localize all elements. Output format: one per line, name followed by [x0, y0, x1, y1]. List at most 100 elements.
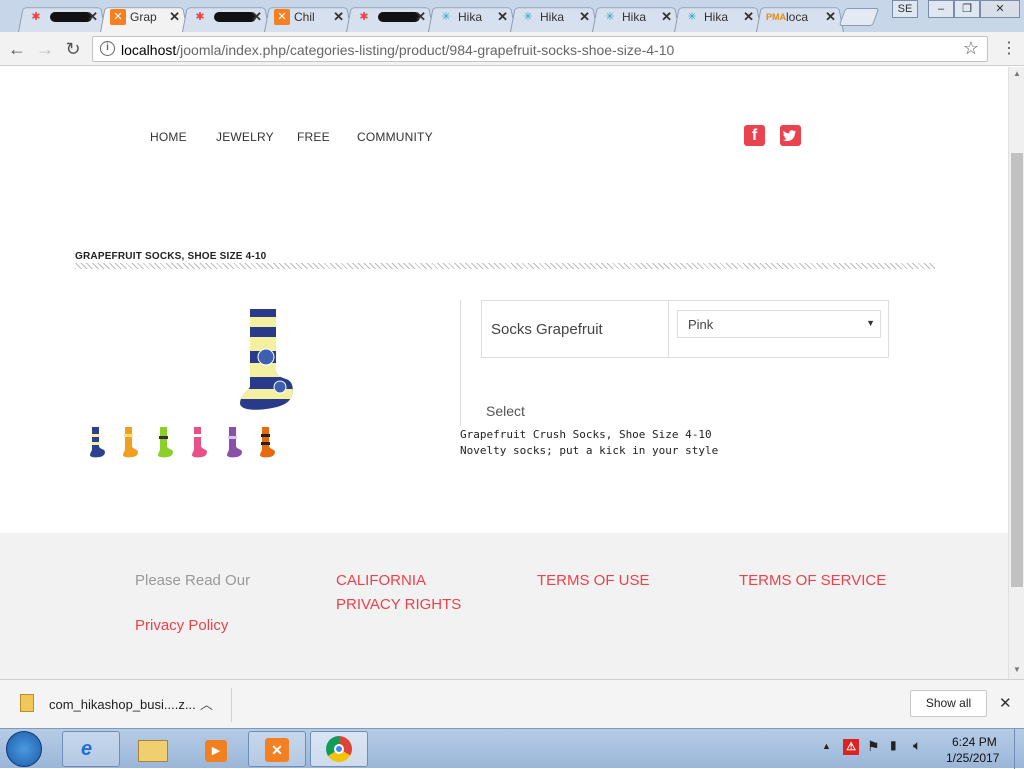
tab-title: Chil — [294, 10, 315, 24]
product-thumbnail[interactable] — [258, 426, 276, 463]
browser-tab[interactable]: ✱ ✕ — [346, 4, 434, 32]
browser-tab[interactable]: ✳ Hika ✕ — [510, 4, 598, 32]
xampp-icon: ✕ — [274, 9, 290, 25]
product-description-line1: Grapefruit Crush Socks, Shoe Size 4-10 — [460, 428, 712, 441]
browser-tab[interactable]: ✱ ✕ — [18, 4, 106, 32]
browser-tab[interactable]: ✳ Hika ✕ — [592, 4, 680, 32]
chevron-up-icon[interactable]: ︿ — [200, 694, 213, 713]
start-button[interactable] — [6, 731, 42, 767]
close-window-button[interactable]: ✕ — [980, 0, 1020, 18]
tab-title: Grap — [130, 10, 157, 24]
nav-home[interactable]: HOME — [150, 130, 187, 144]
close-tab-icon[interactable]: ✕ — [333, 9, 344, 25]
explorer-taskbar-icon[interactable] — [124, 731, 182, 767]
browser-tab[interactable]: ✕ Chil ✕ — [264, 4, 352, 32]
download-file-name[interactable]: com_hikashop_busi....z... — [49, 697, 196, 712]
select-label: Select — [486, 403, 525, 419]
product-thumbnail[interactable] — [121, 426, 139, 463]
tab-title: Hika — [704, 10, 729, 24]
show-all-button[interactable]: Show all — [910, 690, 987, 717]
url-text: localhost/joomla/index.php/categories-li… — [121, 42, 675, 58]
tab-title: loca — [786, 10, 809, 24]
close-tab-icon[interactable]: ✕ — [87, 9, 98, 25]
nav-free[interactable]: FREE — [297, 130, 330, 144]
product-thumbnail[interactable] — [225, 426, 243, 463]
restore-button[interactable]: ❐ — [954, 0, 980, 18]
product-thumbnail[interactable] — [156, 426, 174, 463]
terms-of-use-link[interactable]: TERMS OF USE — [537, 572, 650, 589]
color-select[interactable]: Pink ▼ — [677, 310, 881, 338]
new-tab-button[interactable] — [838, 8, 880, 26]
browser-tab[interactable]: ✳ Hika ✕ — [674, 4, 762, 32]
chevron-down-icon: ▼ — [866, 318, 875, 328]
minimize-button[interactable]: – — [928, 0, 954, 18]
tab-title: Hika — [622, 10, 647, 24]
close-tab-icon[interactable]: ✕ — [415, 9, 426, 25]
option-table: Socks Grapefruit Pink ▼ — [481, 300, 889, 358]
info-icon[interactable]: i — [100, 41, 115, 56]
hikashop-icon: ✳ — [441, 11, 451, 23]
hikashop-icon: ✳ — [687, 11, 697, 23]
xampp-taskbar-icon[interactable]: ✕ — [248, 731, 306, 767]
browser-tab[interactable]: ✳ Hika ✕ — [428, 4, 516, 32]
nav-jewelry[interactable]: JEWELRY — [216, 130, 274, 144]
page-scrollbar[interactable]: ▲ ▼ — [1008, 67, 1024, 679]
reload-button[interactable]: ↻ — [62, 38, 84, 60]
show-hidden-icons[interactable]: ▲ — [822, 741, 831, 751]
terms-of-service-link[interactable]: TERMS OF SERVICE — [739, 572, 886, 589]
zip-file-icon — [20, 694, 34, 712]
ie-taskbar-icon[interactable]: e — [62, 731, 120, 767]
show-desktop-button[interactable] — [1014, 729, 1024, 769]
redacted-title — [214, 12, 256, 22]
media-player-taskbar-icon[interactable]: ▶ — [186, 731, 244, 767]
hikashop-icon: ✳ — [523, 11, 533, 23]
close-tab-icon[interactable]: ✕ — [497, 9, 508, 25]
menu-icon[interactable]: ⋮ — [998, 38, 1020, 60]
windows-taskbar: e ▶ ✕ ▲ ⚠ ⚑ ▮ 🔈︎ 6:24 PM 1/25/2017 — [0, 728, 1024, 769]
hikashop-icon: ✳ — [605, 11, 615, 23]
scroll-down-icon[interactable]: ▼ — [1013, 665, 1021, 674]
browser-tab[interactable]: PMA loca ✕ — [756, 4, 844, 32]
twitter-icon[interactable] — [780, 125, 801, 146]
privacy-policy-link[interactable]: Privacy Policy — [135, 617, 228, 634]
close-tab-icon[interactable]: ✕ — [169, 9, 180, 25]
close-tab-icon[interactable]: ✕ — [251, 9, 262, 25]
redacted-title — [378, 12, 420, 22]
browser-tab-active[interactable]: ✕ Grap ✕ — [100, 4, 188, 32]
clock-time[interactable]: 6:24 PM — [952, 735, 997, 749]
network-icon[interactable]: ▮ — [890, 738, 897, 752]
product-thumbnail[interactable] — [88, 426, 106, 463]
bookmark-star-icon[interactable]: ☆ — [963, 38, 979, 59]
joomla-icon: ✱ — [31, 11, 41, 23]
antivirus-icon[interactable]: ⚠ — [843, 739, 859, 755]
california-privacy-link-line2[interactable]: PRIVACY RIGHTS — [336, 596, 461, 613]
redacted-title — [50, 12, 92, 22]
close-tab-icon[interactable]: ✕ — [579, 9, 590, 25]
user-badge[interactable]: SE — [892, 0, 918, 18]
close-tab-icon[interactable]: ✕ — [825, 9, 836, 25]
browser-toolbar: ← → ↻ i localhost/joomla/index.php/categ… — [0, 32, 1024, 66]
clock-date[interactable]: 1/25/2017 — [946, 751, 999, 765]
close-tab-icon[interactable]: ✕ — [661, 9, 672, 25]
option-label: Socks Grapefruit — [491, 321, 603, 338]
volume-icon[interactable]: 🔈︎ — [913, 737, 921, 754]
chrome-taskbar-icon[interactable] — [310, 731, 368, 767]
action-center-flag-icon[interactable]: ⚑ — [867, 738, 880, 755]
scroll-thumb[interactable] — [1011, 153, 1023, 587]
please-read-text: Please Read Our — [135, 572, 251, 589]
tab-title: Hika — [458, 10, 483, 24]
phpmyadmin-icon: PMA — [766, 12, 786, 22]
address-bar[interactable]: i localhost/joomla/index.php/categories-… — [92, 36, 988, 62]
scroll-up-icon[interactable]: ▲ — [1013, 69, 1021, 78]
forward-button[interactable]: → — [34, 38, 56, 60]
nav-community[interactable]: COMMUNITY — [357, 130, 433, 144]
product-thumbnail[interactable] — [190, 426, 208, 463]
browser-tab[interactable]: ✱ ✕ — [182, 4, 270, 32]
product-image[interactable] — [236, 307, 294, 418]
back-button[interactable]: ← — [6, 38, 28, 60]
close-tab-icon[interactable]: ✕ — [743, 9, 754, 25]
joomla-icon: ✱ — [359, 11, 369, 23]
facebook-icon[interactable]: f — [744, 125, 765, 146]
close-shelf-icon[interactable]: ✕ — [999, 694, 1012, 712]
california-privacy-link-line1[interactable]: CALIFORNIA — [336, 572, 426, 589]
